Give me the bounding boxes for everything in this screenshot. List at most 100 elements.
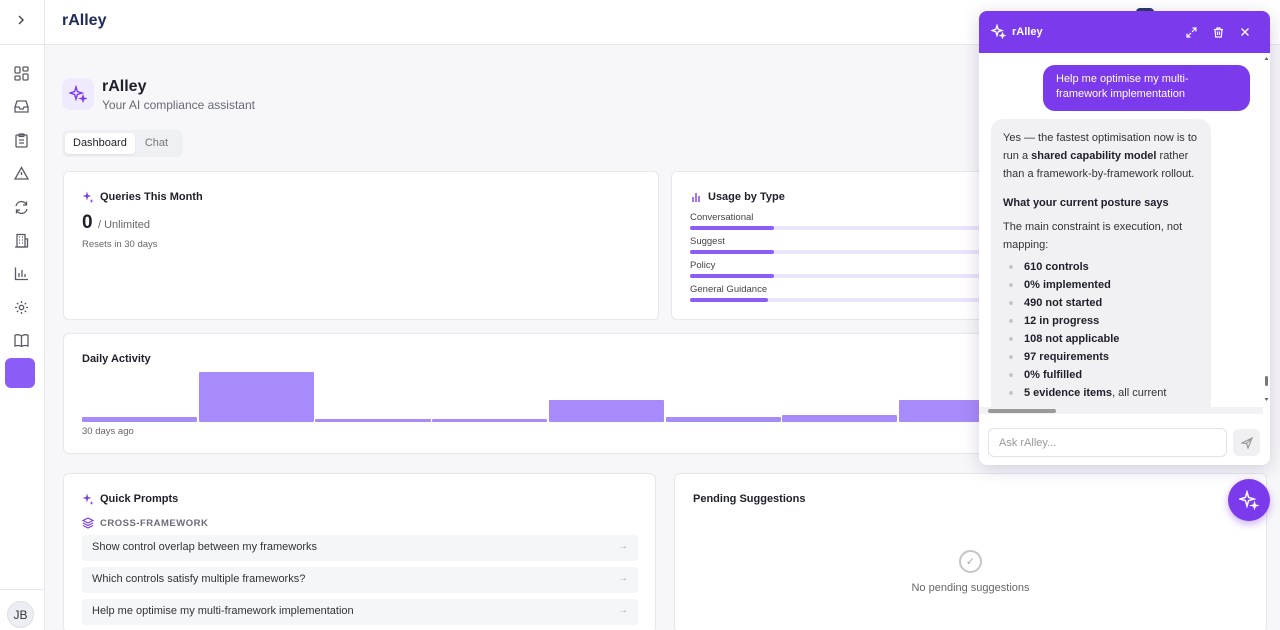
chat-title: rAlley: [1012, 26, 1043, 38]
usage-row: Conversational: [690, 212, 990, 230]
sidebar: JB: [0, 0, 45, 630]
usage-fill: [690, 274, 774, 278]
usage-label: Policy: [690, 260, 716, 271]
arrow-right-icon: →: [618, 573, 628, 584]
list-item-bold: 12 in progress: [1024, 315, 1100, 327]
empty-state-text: No pending suggestions: [911, 582, 1030, 594]
expand-icon[interactable]: [1183, 24, 1199, 40]
queries-reset-note: Resets in 30 days: [82, 239, 158, 250]
quick-prompt-label: Which controls satisfy multiple framewor…: [92, 573, 306, 585]
list-item-bold: 108 not applicable: [1024, 333, 1120, 345]
chart-icon[interactable]: [10, 262, 32, 284]
list-item-bold: 490 not started: [1024, 297, 1103, 309]
trash-icon[interactable]: [1210, 24, 1226, 40]
usage-card: Usage by Type Conversational Suggest Pol…: [671, 171, 1001, 320]
chat-input[interactable]: Ask rAlley...: [988, 428, 1227, 457]
close-icon[interactable]: [1237, 24, 1253, 40]
usage-fill: [690, 250, 774, 254]
inbox-icon[interactable]: [10, 95, 32, 117]
page-title: rAlley: [102, 78, 147, 95]
list-item-bold: 610 controls: [1024, 261, 1089, 273]
usage-track: [690, 274, 990, 278]
list-item: 5 evidence items, all current: [1003, 384, 1199, 402]
refresh-icon[interactable]: [10, 196, 32, 218]
activity-bar: [432, 419, 548, 422]
queries-card: Queries This Month 0 / Unlimited Resets …: [63, 171, 659, 320]
ai-assistant-fab[interactable]: [1228, 479, 1270, 521]
quick-prompt-item[interactable]: Which controls satisfy multiple framewor…: [82, 567, 638, 593]
queries-title-text: Queries This Month: [100, 191, 203, 203]
sparkle-icon: [989, 23, 1007, 44]
daily-activity-title: Daily Activity: [82, 353, 151, 365]
settings-icon[interactable]: [10, 296, 32, 318]
sparkle-icon: [82, 191, 94, 203]
list-item-bold: 0% implemented: [1024, 279, 1111, 291]
pending-title: Pending Suggestions: [693, 493, 806, 505]
list-item: 108 not applicable: [1003, 330, 1199, 348]
queries-card-title: Queries This Month: [82, 191, 203, 203]
activity-bar: [548, 399, 664, 422]
quick-prompts-title: Quick Prompts: [82, 493, 178, 505]
quick-prompts-card: Quick Prompts CROSS-FRAMEWORK Show contr…: [63, 473, 656, 630]
list-item: 490 not started: [1003, 294, 1199, 312]
usage-label: General Guidance: [690, 284, 768, 295]
ai-active-icon[interactable]: [5, 358, 35, 388]
scroll-thumb[interactable]: [988, 409, 1056, 413]
assistant-intro: Yes — the fastest optimisation now is to…: [1003, 129, 1199, 183]
vertical-scrollbar[interactable]: [1263, 53, 1270, 408]
chat-panel: rAlley Help me optimise my multi-framewo…: [979, 11, 1270, 465]
tab-bar: Dashboard Chat: [62, 130, 183, 157]
chevron-right-icon[interactable]: [11, 10, 31, 30]
activity-bar: [315, 419, 431, 422]
list-item: 610 controls: [1003, 258, 1199, 276]
list-item-rest: , all current: [1112, 387, 1167, 399]
usage-row: Policy: [690, 260, 990, 278]
app-title: rAlley: [62, 12, 107, 29]
page-subtitle: Your AI compliance assistant: [102, 98, 255, 112]
quick-prompt-label: Show control overlap between my framewor…: [92, 541, 317, 553]
assistant-section-title: What your current posture says: [1003, 197, 1169, 209]
quick-prompt-label: Help me optimise my multi-framework impl…: [92, 605, 354, 617]
tab-chat[interactable]: Chat: [137, 133, 176, 154]
intro-bold: shared capability model: [1031, 150, 1157, 162]
list-item-bold: 97 requirements: [1024, 351, 1109, 363]
usage-title-text: Usage by Type: [708, 191, 785, 203]
daily-activity-card: Daily Activity 30 days ago: [63, 333, 1015, 454]
quick-prompt-item[interactable]: Help me optimise my multi-framework impl…: [82, 599, 638, 625]
sidebar-bottom-divider: [0, 589, 45, 590]
activity-bars: [82, 372, 1015, 422]
arrow-right-icon: →: [618, 541, 628, 552]
horizontal-scrollbar[interactable]: [979, 407, 1263, 414]
activity-bar: [82, 417, 198, 422]
prompt-section-text: CROSS-FRAMEWORK: [100, 517, 209, 529]
prompt-section-label: CROSS-FRAMEWORK: [82, 517, 208, 529]
queries-count: 0: [82, 212, 93, 233]
quick-prompt-item[interactable]: Show control overlap between my framewor…: [82, 535, 638, 561]
queries-limit: / Unlimited: [98, 219, 150, 231]
usage-row: Suggest: [690, 236, 990, 254]
alert-icon[interactable]: [10, 162, 32, 184]
list-item: 97 requirements: [1003, 348, 1199, 366]
sparkle-icon: [82, 493, 94, 505]
usage-track: [690, 226, 990, 230]
user-message: Help me optimise my multi-framework impl…: [1043, 65, 1250, 111]
usage-track: [690, 250, 990, 254]
pending-suggestions-card: Pending Suggestions ✓ No pending suggest…: [674, 473, 1267, 630]
chat-messages[interactable]: Help me optimise my multi-framework impl…: [979, 53, 1270, 408]
usage-card-title: Usage by Type: [690, 191, 785, 203]
usage-label: Suggest: [690, 236, 725, 247]
chat-header: rAlley: [979, 11, 1270, 53]
check-circle-icon: ✓: [959, 550, 982, 573]
book-icon[interactable]: [10, 329, 32, 351]
sparkle-icon: [62, 78, 94, 110]
tab-dashboard[interactable]: Dashboard: [65, 133, 135, 154]
activity-bar: [198, 372, 314, 422]
dashboard-icon[interactable]: [10, 62, 32, 84]
usage-row: General Guidance: [690, 284, 990, 302]
send-icon[interactable]: [1233, 429, 1260, 456]
list-item-bold: 5 evidence items: [1024, 387, 1113, 399]
building-icon[interactable]: [10, 229, 32, 251]
clipboard-icon[interactable]: [10, 129, 32, 151]
avatar[interactable]: JB: [7, 601, 34, 628]
x-axis-start-label: 30 days ago: [82, 426, 134, 437]
